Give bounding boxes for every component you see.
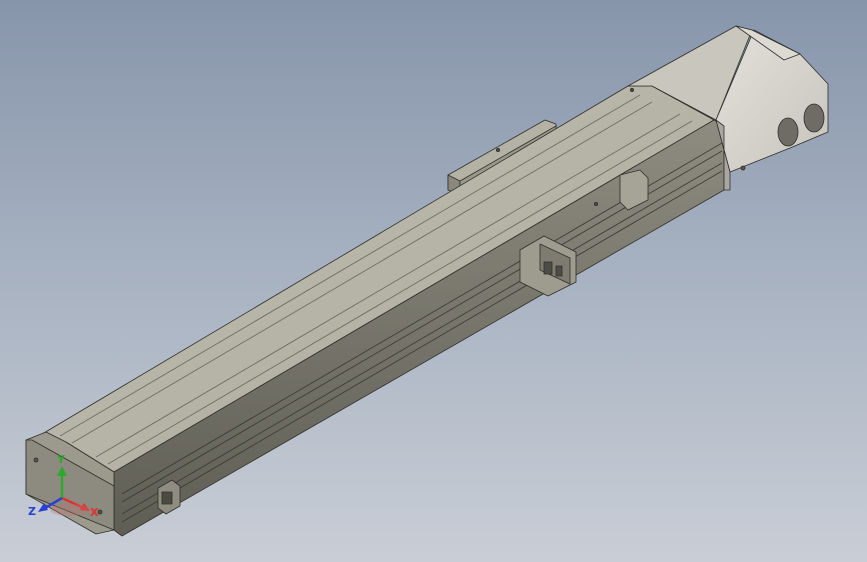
z-axis-label: Z [28,505,36,518]
y-axis-label: Y [56,453,66,466]
motor-screw [740,165,746,171]
top-screw [495,147,500,152]
motor-port [777,117,799,147]
triad-shadow [50,504,90,516]
end-plate-screw [97,509,103,515]
end-plate-screw [33,457,39,463]
top-screw [594,201,599,206]
profile-top-face[interactable] [31,85,715,473]
linear-actuator-model[interactable] [25,25,829,537]
x-axis-label: X [90,506,99,519]
cad-viewport[interactable]: X Y Z [0,0,867,562]
motor-port [803,103,825,133]
top-screw [630,88,635,93]
model-canvas[interactable]: X Y Z [0,0,867,562]
